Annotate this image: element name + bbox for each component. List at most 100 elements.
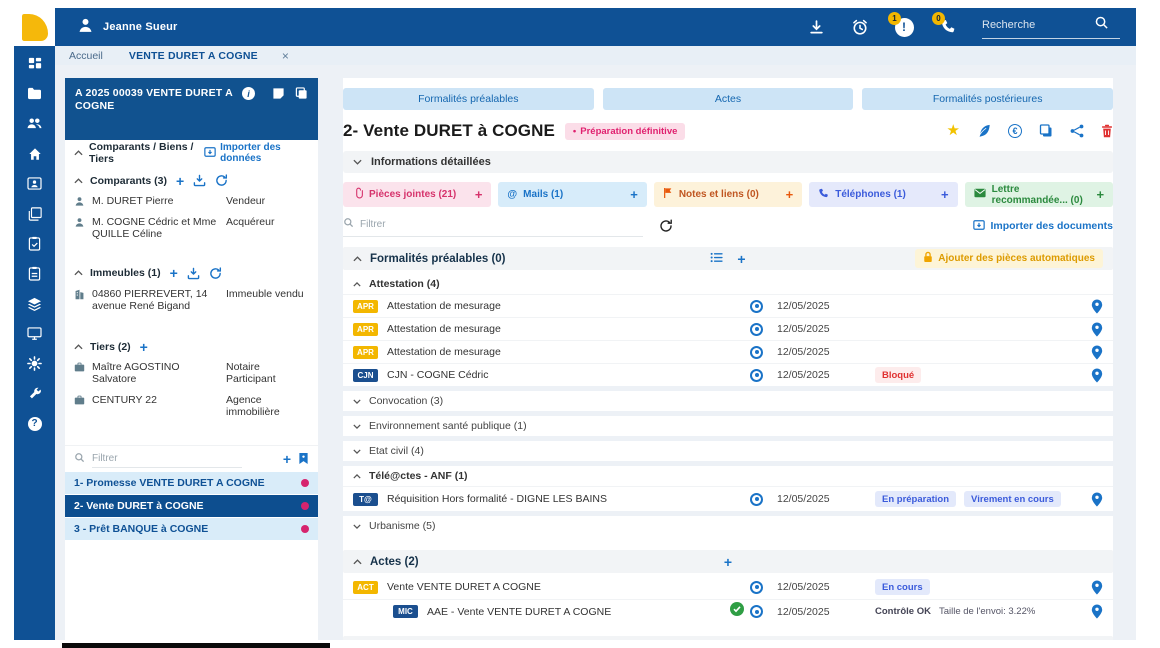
list-view-icon[interactable] bbox=[710, 639, 723, 641]
visibility-target-icon[interactable] bbox=[750, 346, 763, 359]
signature-quill-icon[interactable] bbox=[977, 124, 991, 138]
refresh-icon[interactable] bbox=[659, 219, 673, 233]
location-pin-icon[interactable] bbox=[1091, 299, 1103, 314]
documents-icon[interactable] bbox=[27, 206, 42, 221]
copy-icon[interactable] bbox=[295, 87, 308, 103]
import-immeuble-icon[interactable] bbox=[187, 267, 200, 280]
formality-row[interactable]: APR Attestation de mesurage 12/05/2025 bbox=[343, 317, 1113, 340]
help-icon[interactable]: ? bbox=[27, 416, 42, 431]
add-subdossier-button[interactable]: + bbox=[283, 454, 291, 464]
mails-chip[interactable]: @ Mails (1) + bbox=[498, 182, 646, 207]
add-tiers-button[interactable]: + bbox=[140, 342, 148, 352]
tiers-row[interactable]: CENTURY 22 Agence immobilière bbox=[65, 390, 318, 423]
favorite-star-icon[interactable]: ★ bbox=[947, 124, 960, 138]
add-letter-button[interactable]: + bbox=[1096, 187, 1104, 202]
add-attachment-button[interactable]: + bbox=[475, 187, 483, 202]
search-input[interactable] bbox=[982, 19, 1094, 31]
auto-pieces-button[interactable]: Ajouter des pièces automatiques bbox=[915, 249, 1103, 268]
location-pin-icon[interactable] bbox=[1091, 322, 1103, 337]
attachments-chip[interactable]: Pièces jointes (21) + bbox=[343, 182, 491, 207]
billing-euro-icon[interactable]: € bbox=[1008, 124, 1022, 138]
formality-row[interactable]: APR Attestation de mesurage 12/05/2025 bbox=[343, 340, 1113, 363]
detailed-info-section[interactable]: Informations détaillées bbox=[343, 151, 1113, 173]
group-convocation[interactable]: Convocation (3) bbox=[343, 391, 1113, 411]
visibility-target-icon[interactable] bbox=[750, 581, 763, 594]
group-header[interactable]: Attestation (4) bbox=[343, 274, 1113, 294]
group-environnement[interactable]: Environnement santé publique (1) bbox=[343, 416, 1113, 436]
visibility-target-icon[interactable] bbox=[750, 323, 763, 336]
phones-chip[interactable]: Téléphones (1) + bbox=[809, 182, 957, 207]
tab-formalites-posterieures[interactable]: Formalités postérieures bbox=[862, 88, 1113, 110]
subdossier-item[interactable]: 1- Promesse VENTE DURET A COGNE bbox=[65, 472, 318, 494]
share-icon[interactable] bbox=[1070, 124, 1084, 138]
tab-home[interactable]: Accueil bbox=[55, 50, 117, 62]
location-pin-icon[interactable] bbox=[1091, 345, 1103, 360]
tiers-row[interactable]: Maître AGOSTINO Salvatore Notaire Partic… bbox=[65, 357, 318, 390]
delete-trash-icon[interactable] bbox=[1101, 124, 1113, 138]
list-view-icon[interactable] bbox=[710, 250, 723, 268]
notes-links-chip[interactable]: Notes et liens (0) + bbox=[654, 182, 802, 207]
phone-calls-icon[interactable]: 0 bbox=[938, 17, 958, 37]
section-formalites-prealables[interactable]: Formalités préalables (0) + Ajouter des … bbox=[343, 247, 1113, 270]
section-actes[interactable]: Actes (2) + bbox=[343, 550, 1113, 573]
add-immeuble-button[interactable]: + bbox=[170, 268, 178, 278]
formalities-filter-input[interactable] bbox=[360, 219, 620, 230]
dashboard-icon[interactable] bbox=[27, 56, 42, 71]
user-menu[interactable]: Jeanne Sueur bbox=[77, 17, 178, 37]
location-pin-icon[interactable] bbox=[1091, 580, 1103, 595]
formality-row[interactable]: T@ Réquisition Hors formalité - DIGNE LE… bbox=[343, 486, 1113, 511]
formality-row[interactable]: CJN CJN - COGNE Cédric 12/05/2025 Bloqué bbox=[343, 363, 1113, 386]
alerts-icon[interactable]: ! 1 bbox=[894, 17, 914, 37]
duplicate-icon[interactable] bbox=[1039, 124, 1053, 138]
visibility-target-icon[interactable] bbox=[750, 493, 763, 506]
add-comparant-button[interactable]: + bbox=[176, 176, 184, 186]
acte-row[interactable]: ACT Vente VENTE DURET A COGNE 12/05/2025… bbox=[343, 575, 1113, 599]
app-logo[interactable] bbox=[14, 8, 55, 46]
immeubles-group-header[interactable]: Immeubles (1) + bbox=[65, 259, 318, 284]
comparant-row[interactable]: M. COGNE Cédric et Mme QUILLE Céline Acq… bbox=[65, 212, 318, 245]
add-formality-button[interactable]: + bbox=[737, 640, 745, 641]
subdossier-filter-input[interactable] bbox=[92, 450, 242, 468]
info-icon[interactable]: i bbox=[242, 87, 255, 100]
add-note-button[interactable]: + bbox=[786, 187, 794, 202]
tab-case[interactable]: VENTE DURET A COGNE bbox=[117, 50, 270, 62]
add-phone-button[interactable]: + bbox=[941, 187, 949, 202]
tiers-group-header[interactable]: Tiers (2) + bbox=[65, 333, 318, 357]
visibility-target-icon[interactable] bbox=[750, 605, 763, 618]
location-pin-icon[interactable] bbox=[1091, 492, 1103, 507]
tab-actes[interactable]: Actes bbox=[603, 88, 854, 110]
search-icon[interactable] bbox=[1094, 15, 1109, 35]
comparant-row[interactable]: M. DURET Pierre Vendeur bbox=[65, 191, 318, 212]
case-card[interactable]: A 2025 00039 VENTE DURET A COGNE i bbox=[65, 78, 318, 140]
reminders-icon[interactable] bbox=[850, 17, 870, 37]
group-urbanisme[interactable]: Urbanisme (5) bbox=[343, 516, 1113, 536]
bookmark-icon[interactable] bbox=[298, 452, 309, 465]
comparants-biens-tiers-header[interactable]: Comparants / Biens / Tiers Importer des … bbox=[65, 140, 318, 166]
clipboard-list-icon[interactable] bbox=[27, 266, 42, 281]
add-formality-button[interactable]: + bbox=[737, 251, 745, 267]
note-icon[interactable] bbox=[272, 87, 285, 103]
comparants-group-header[interactable]: Comparants (3) + bbox=[65, 166, 318, 191]
import-data-link[interactable]: Importer des données bbox=[204, 142, 309, 164]
global-search[interactable] bbox=[982, 15, 1120, 39]
import-documents-link[interactable]: Importer des documents bbox=[973, 219, 1113, 234]
acte-row[interactable]: MIC AAE - Vente VENTE DURET A COGNE 12/0… bbox=[343, 599, 1113, 623]
registered-letter-chip[interactable]: Lettre recommandée... (0) + bbox=[965, 182, 1113, 207]
tools-wrench-icon[interactable] bbox=[27, 386, 42, 401]
tab-formalites-prealables[interactable]: Formalités préalables bbox=[343, 88, 594, 110]
add-mail-button[interactable]: + bbox=[630, 187, 638, 202]
visibility-target-icon[interactable] bbox=[750, 300, 763, 313]
location-pin-icon[interactable] bbox=[1091, 604, 1103, 619]
refresh-immeubles-icon[interactable] bbox=[209, 267, 222, 280]
group-etat-civil[interactable]: Etat civil (4) bbox=[343, 441, 1113, 461]
refresh-comparants-icon[interactable] bbox=[215, 174, 228, 187]
section-formalites-posterieures[interactable]: Formalités postérieures (3) + bbox=[343, 636, 1113, 640]
settings-gear-icon[interactable] bbox=[27, 356, 42, 371]
id-card-icon[interactable] bbox=[27, 176, 42, 191]
clipboard-check-icon[interactable] bbox=[27, 236, 42, 251]
monitor-icon[interactable] bbox=[27, 326, 42, 341]
subdossier-item-selected[interactable]: 2- Vente DURET à COGNE bbox=[65, 495, 318, 517]
group-header[interactable]: Télé@ctes - ANF (1) bbox=[343, 466, 1113, 486]
home-icon[interactable] bbox=[27, 146, 42, 161]
import-comparant-icon[interactable] bbox=[193, 174, 206, 187]
